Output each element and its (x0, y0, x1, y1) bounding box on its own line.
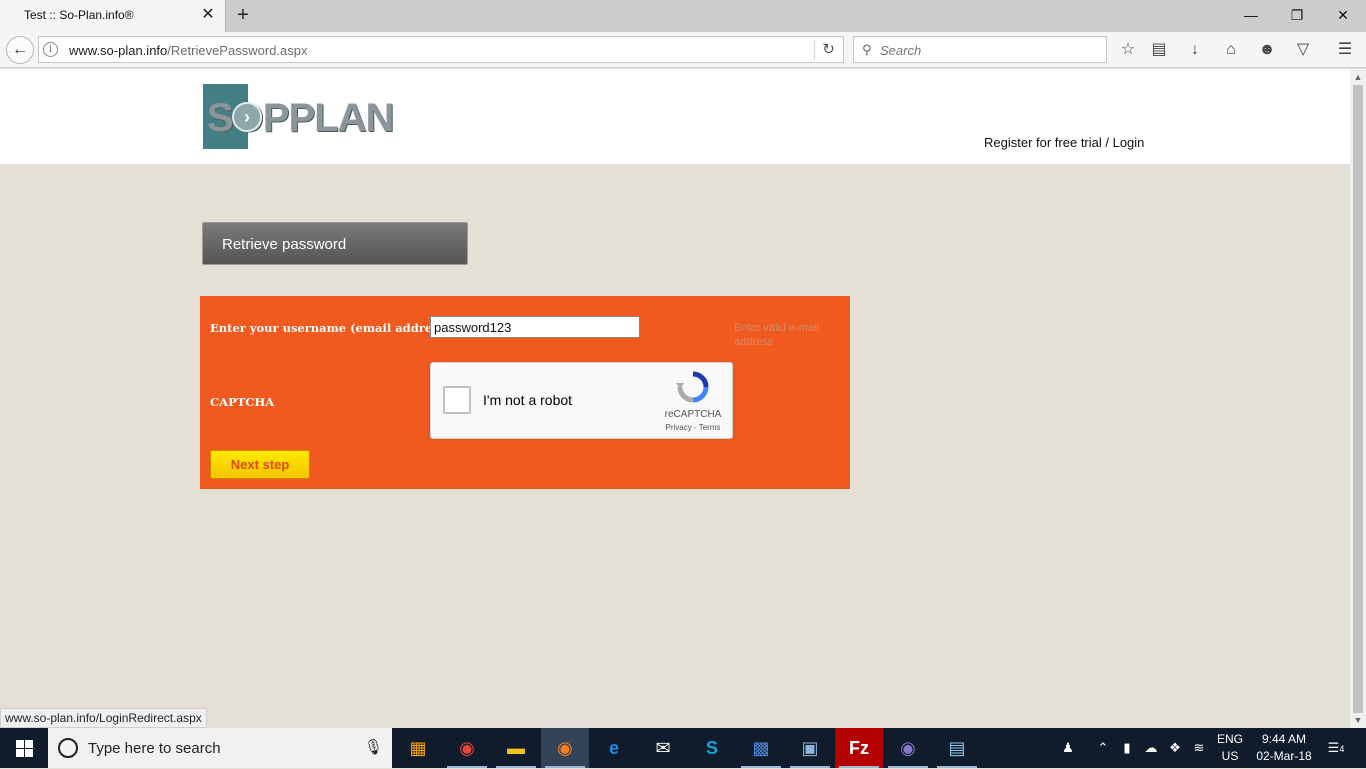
site-info-icon[interactable]: i (43, 42, 58, 57)
reading-list-icon[interactable]: ▤ (1147, 38, 1171, 62)
pocket-icon[interactable]: ▽ (1291, 38, 1315, 62)
taskbar-search-box[interactable]: 🎙 (48, 728, 392, 768)
language-code: ENG (1216, 732, 1243, 746)
captcha-label: CAPTCHA (210, 395, 275, 409)
battery-icon[interactable]: ▮ (1116, 728, 1138, 768)
people-icon[interactable]: ♟ (1054, 728, 1082, 768)
section-title-box: Retrieve password (202, 222, 468, 265)
recaptcha-brand: reCAPTCHA (664, 409, 722, 420)
wifi-icon[interactable]: ≋ (1188, 728, 1210, 768)
chrome-icon[interactable]: ◉ (443, 728, 491, 768)
scroll-down-icon[interactable]: ▼ (1350, 712, 1366, 728)
status-bar-url: www.so-plan.info/LoginRedirect.aspx (0, 708, 207, 728)
home-icon[interactable]: ⌂ (1219, 38, 1243, 62)
chat-icon[interactable]: ☻ (1255, 38, 1279, 62)
next-step-button[interactable]: Next step (210, 450, 310, 479)
menu-icon[interactable]: ☰ (1333, 38, 1357, 62)
bookmark-star-icon[interactable]: ☆ (1116, 38, 1140, 62)
browser-search-box[interactable]: ⚲ (853, 36, 1107, 63)
microphone-icon[interactable]: 🎙 (364, 738, 383, 756)
language-region: US (1221, 749, 1239, 763)
search-icon: ⚲ (862, 42, 872, 57)
notepad-icon[interactable]: ▤ (933, 728, 981, 768)
store-icon[interactable]: ▦ (394, 728, 442, 768)
url-path: /RetrievePassword.aspx (167, 43, 308, 58)
retrieve-password-form: Enter your username (email address) Ente… (200, 296, 850, 489)
onedrive-icon[interactable]: ☁ (1140, 728, 1162, 768)
clock-date: 02-Mar-18 (1256, 749, 1312, 763)
captcha-checkbox[interactable] (443, 386, 471, 414)
app-icon[interactable]: ▩ (737, 728, 785, 768)
navigation-bar: ← i www.so-plan.info/RetrievePassword.as… (0, 32, 1366, 68)
validation-message: Enter valid e-mail address (734, 322, 819, 348)
filezilla-icon[interactable]: Fz (835, 728, 883, 768)
taskbar-search-input[interactable] (88, 738, 348, 758)
captcha-text: I'm not a robot (483, 392, 573, 408)
sopplan-logo[interactable]: SOPPLAN › (203, 84, 398, 149)
recaptcha-privacy-terms-link[interactable]: Privacy - Terms (661, 423, 725, 432)
address-bar[interactable]: i www.so-plan.info/RetrievePassword.aspx… (38, 36, 844, 63)
window-close-icon[interactable]: ✕ (1320, 0, 1366, 30)
username-email-input[interactable] (430, 316, 640, 338)
close-tab-icon[interactable]: ✕ (200, 7, 216, 23)
cortana-icon (58, 738, 78, 758)
recaptcha-widget: I'm not a robot reCAPTCHA Privacy - Term… (430, 362, 733, 439)
url-text[interactable]: www.so-plan.info/RetrievePassword.aspx (69, 43, 307, 58)
clock-time: 9:44 AM (1261, 732, 1307, 746)
register-login-link[interactable]: Register for free trial / Login (984, 135, 1144, 150)
scroll-up-icon[interactable]: ▲ (1350, 69, 1366, 85)
notification-count: 4 (1339, 744, 1345, 754)
skype-icon[interactable]: S (688, 728, 736, 768)
page-scrollbar[interactable]: ▲ ▼ (1350, 69, 1366, 728)
language-indicator[interactable]: ENG US (1214, 731, 1246, 765)
notifications-icon[interactable]: ☰4 (1322, 728, 1350, 768)
windows-start-icon[interactable] (0, 728, 48, 768)
browser-search-input[interactable] (880, 40, 1100, 60)
section-title: Retrieve password (222, 236, 347, 253)
show-hidden-icons[interactable]: ⌃ (1092, 728, 1114, 768)
eclipse-icon[interactable]: ◉ (884, 728, 932, 768)
tab-title: Test :: So-Plan.info® (24, 8, 134, 22)
restore-icon[interactable]: ❐ (1274, 0, 1320, 30)
browser-tab[interactable]: Test :: So-Plan.info® ✕ (0, 0, 226, 32)
mail-icon[interactable]: ✉ (639, 728, 687, 768)
web-page: SOPPLAN › Register for free trial / Logi… (0, 69, 1350, 728)
virtualbox-icon[interactable]: ▣ (786, 728, 834, 768)
firefox-icon[interactable]: ◉ (541, 728, 589, 768)
logo-arrow-icon: › (232, 102, 262, 132)
url-host: www.so-plan.info (69, 43, 168, 58)
system-clock[interactable]: 9:44 AM 02-Mar-18 (1252, 731, 1316, 765)
reload-icon[interactable]: ↻ (814, 40, 842, 60)
recaptcha-logo-icon (676, 371, 709, 403)
windows-taskbar: 🎙 ▦ ◉ ▬ ◉ e ✉ S ▩ ▣ Fz ◉ ▤ ♟ ⌃ ▮ ☁ ❖ ≋ E… (0, 728, 1366, 768)
edge-icon[interactable]: e (590, 728, 638, 768)
username-label: Enter your username (email address) (210, 321, 451, 335)
site-header: SOPPLAN › Register for free trial / Logi… (0, 69, 1350, 164)
tab-bar: Test :: So-Plan.info® ✕ + — ❐ ✕ (0, 0, 1366, 32)
download-icon[interactable]: ↓ (1183, 38, 1207, 62)
new-tab-button[interactable]: + (232, 4, 254, 26)
dropbox-icon[interactable]: ❖ (1164, 728, 1186, 768)
minimize-icon[interactable]: — (1228, 0, 1274, 30)
back-arrow-icon[interactable]: ← (6, 36, 34, 64)
file-explorer-icon[interactable]: ▬ (492, 728, 540, 768)
scroll-thumb[interactable] (1353, 85, 1363, 713)
